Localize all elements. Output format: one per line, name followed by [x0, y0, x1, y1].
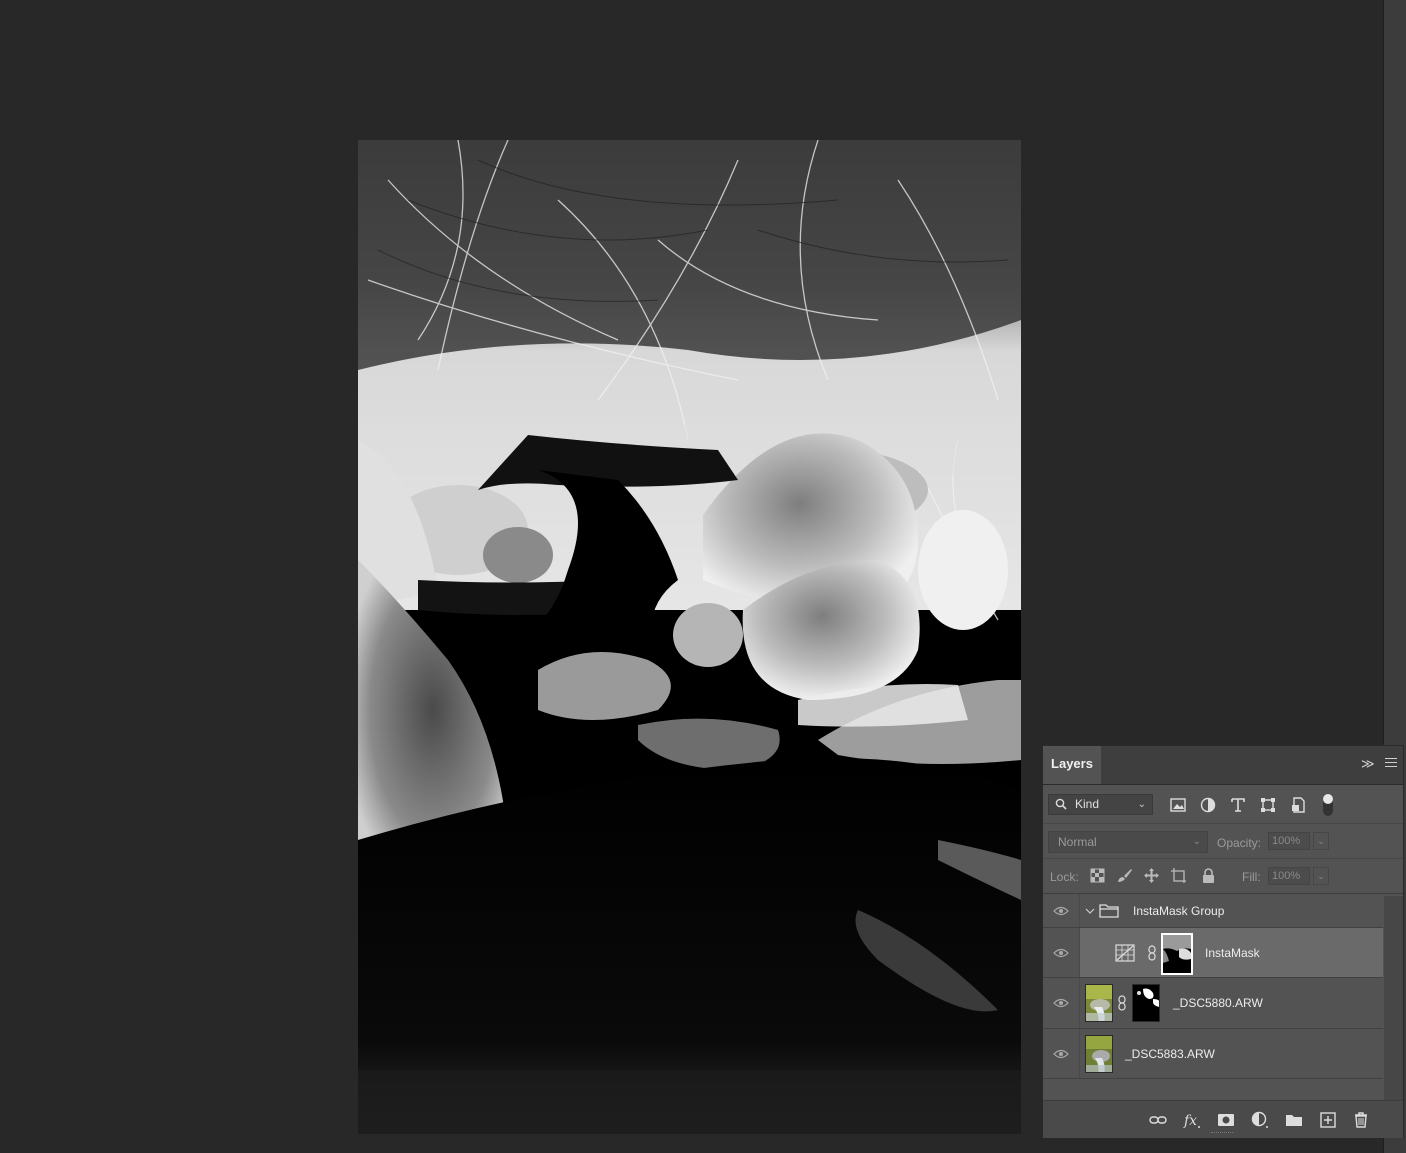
folder-icon [1099, 904, 1119, 918]
layer-thumbnail[interactable] [1085, 1035, 1113, 1073]
fill-dropdown[interactable]: ⌄ [1313, 867, 1329, 885]
layer-row-dsc5883[interactable]: _DSC5883.ARW [1043, 1029, 1383, 1079]
lock-pixels-icon[interactable] [1116, 867, 1133, 884]
layers-panel: Layers ≫ Kind ⌄ Normal ⌄ Opacity: 100% ⌄… [1042, 745, 1404, 1138]
adjustment-layer-icon [1115, 944, 1135, 962]
layer-list: InstaMask Group InstaMask _DSC5880.ARW _… [1043, 894, 1383, 1100]
panel-menu-icon[interactable] [1385, 755, 1397, 769]
tab-layers[interactable]: Layers [1043, 746, 1101, 784]
layer-thumbnail[interactable] [1085, 984, 1113, 1022]
filter-toggle[interactable] [1323, 794, 1333, 816]
canvas-image [358, 140, 1021, 1134]
image-filter-icon[interactable] [1169, 796, 1187, 814]
visibility-toggle[interactable] [1043, 894, 1080, 927]
type-filter-icon[interactable] [1229, 796, 1247, 814]
svg-text:fx: fx [1183, 1113, 1197, 1129]
adjustment-filter-icon[interactable] [1199, 796, 1217, 814]
lock-transparency-icon[interactable] [1089, 867, 1106, 884]
layer-row-dsc5880[interactable]: _DSC5880.ARW [1043, 978, 1383, 1029]
layer-name: InstaMask Group [1133, 904, 1225, 918]
add-mask-icon[interactable] [1217, 1111, 1235, 1129]
fill-label: Fill: [1242, 870, 1261, 884]
shape-filter-icon[interactable] [1259, 796, 1277, 814]
blend-mode-value: Normal [1058, 835, 1097, 849]
visibility-toggle[interactable] [1043, 928, 1080, 977]
layer-name: _DSC5880.ARW [1173, 996, 1263, 1010]
layer-list-scrollbar[interactable] [1384, 896, 1403, 1100]
eye-icon [1053, 906, 1069, 916]
document-canvas[interactable] [358, 140, 1021, 1134]
chevron-down-icon: ⌄ [1192, 836, 1201, 847]
adjustment-layer-icon[interactable] [1251, 1111, 1269, 1129]
layer-filter-row: Kind ⌄ [1043, 785, 1403, 824]
eye-icon [1053, 998, 1069, 1008]
layer-mask-thumbnail[interactable] [1161, 933, 1193, 975]
lock-position-icon[interactable] [1143, 867, 1160, 884]
filter-kind-label: Kind [1075, 797, 1100, 811]
delete-layer-icon[interactable] [1352, 1111, 1370, 1129]
search-icon [1055, 798, 1067, 810]
panel-header: Layers ≫ [1043, 746, 1403, 785]
smart-object-filter-icon[interactable] [1289, 796, 1307, 814]
image-thumbnail [1086, 985, 1112, 1021]
collapse-panel-icon[interactable]: ≫ [1361, 756, 1375, 772]
layer-mask-thumbnail[interactable] [1132, 984, 1160, 1022]
lock-row: Lock: Fill: 100% ⌄ [1043, 859, 1403, 894]
blend-row: Normal ⌄ Opacity: 100% ⌄ [1043, 824, 1403, 859]
layer-row-group[interactable]: InstaMask Group [1043, 894, 1383, 928]
blend-mode-select[interactable]: Normal ⌄ [1048, 831, 1208, 853]
lock-artboard-icon[interactable] [1170, 867, 1187, 884]
image-thumbnail [1086, 1036, 1112, 1072]
eye-icon [1053, 1049, 1069, 1059]
expand-chevron-icon[interactable] [1085, 906, 1095, 916]
layer-name: InstaMask [1205, 946, 1260, 960]
panel-footer: fx [1043, 1100, 1403, 1138]
chain-link-icon[interactable] [1117, 995, 1127, 1011]
opacity-label: Opacity: [1217, 836, 1262, 850]
fx-icon[interactable]: fx [1183, 1111, 1201, 1129]
chevron-down-icon: ⌄ [1137, 799, 1146, 810]
chain-link-icon[interactable] [1147, 945, 1157, 961]
visibility-toggle[interactable] [1043, 1029, 1080, 1078]
fill-field[interactable]: 100% [1268, 867, 1310, 885]
opacity-dropdown[interactable]: ⌄ [1313, 832, 1329, 850]
resize-grip[interactable] [1211, 1132, 1233, 1136]
layer-name: _DSC5883.ARW [1125, 1047, 1215, 1061]
new-group-icon[interactable] [1285, 1111, 1303, 1129]
filter-kind-select[interactable]: Kind ⌄ [1048, 794, 1153, 815]
opacity-field[interactable]: 100% [1268, 832, 1310, 850]
mask-preview [1163, 935, 1191, 973]
eye-icon [1053, 948, 1069, 958]
new-layer-icon[interactable] [1319, 1111, 1337, 1129]
layer-row-instamask[interactable]: InstaMask [1043, 928, 1383, 978]
mask-preview [1133, 985, 1159, 1021]
lock-all-icon[interactable] [1200, 867, 1217, 884]
visibility-toggle[interactable] [1043, 978, 1080, 1028]
link-layers-icon[interactable] [1149, 1111, 1167, 1129]
lock-label: Lock: [1050, 870, 1079, 884]
